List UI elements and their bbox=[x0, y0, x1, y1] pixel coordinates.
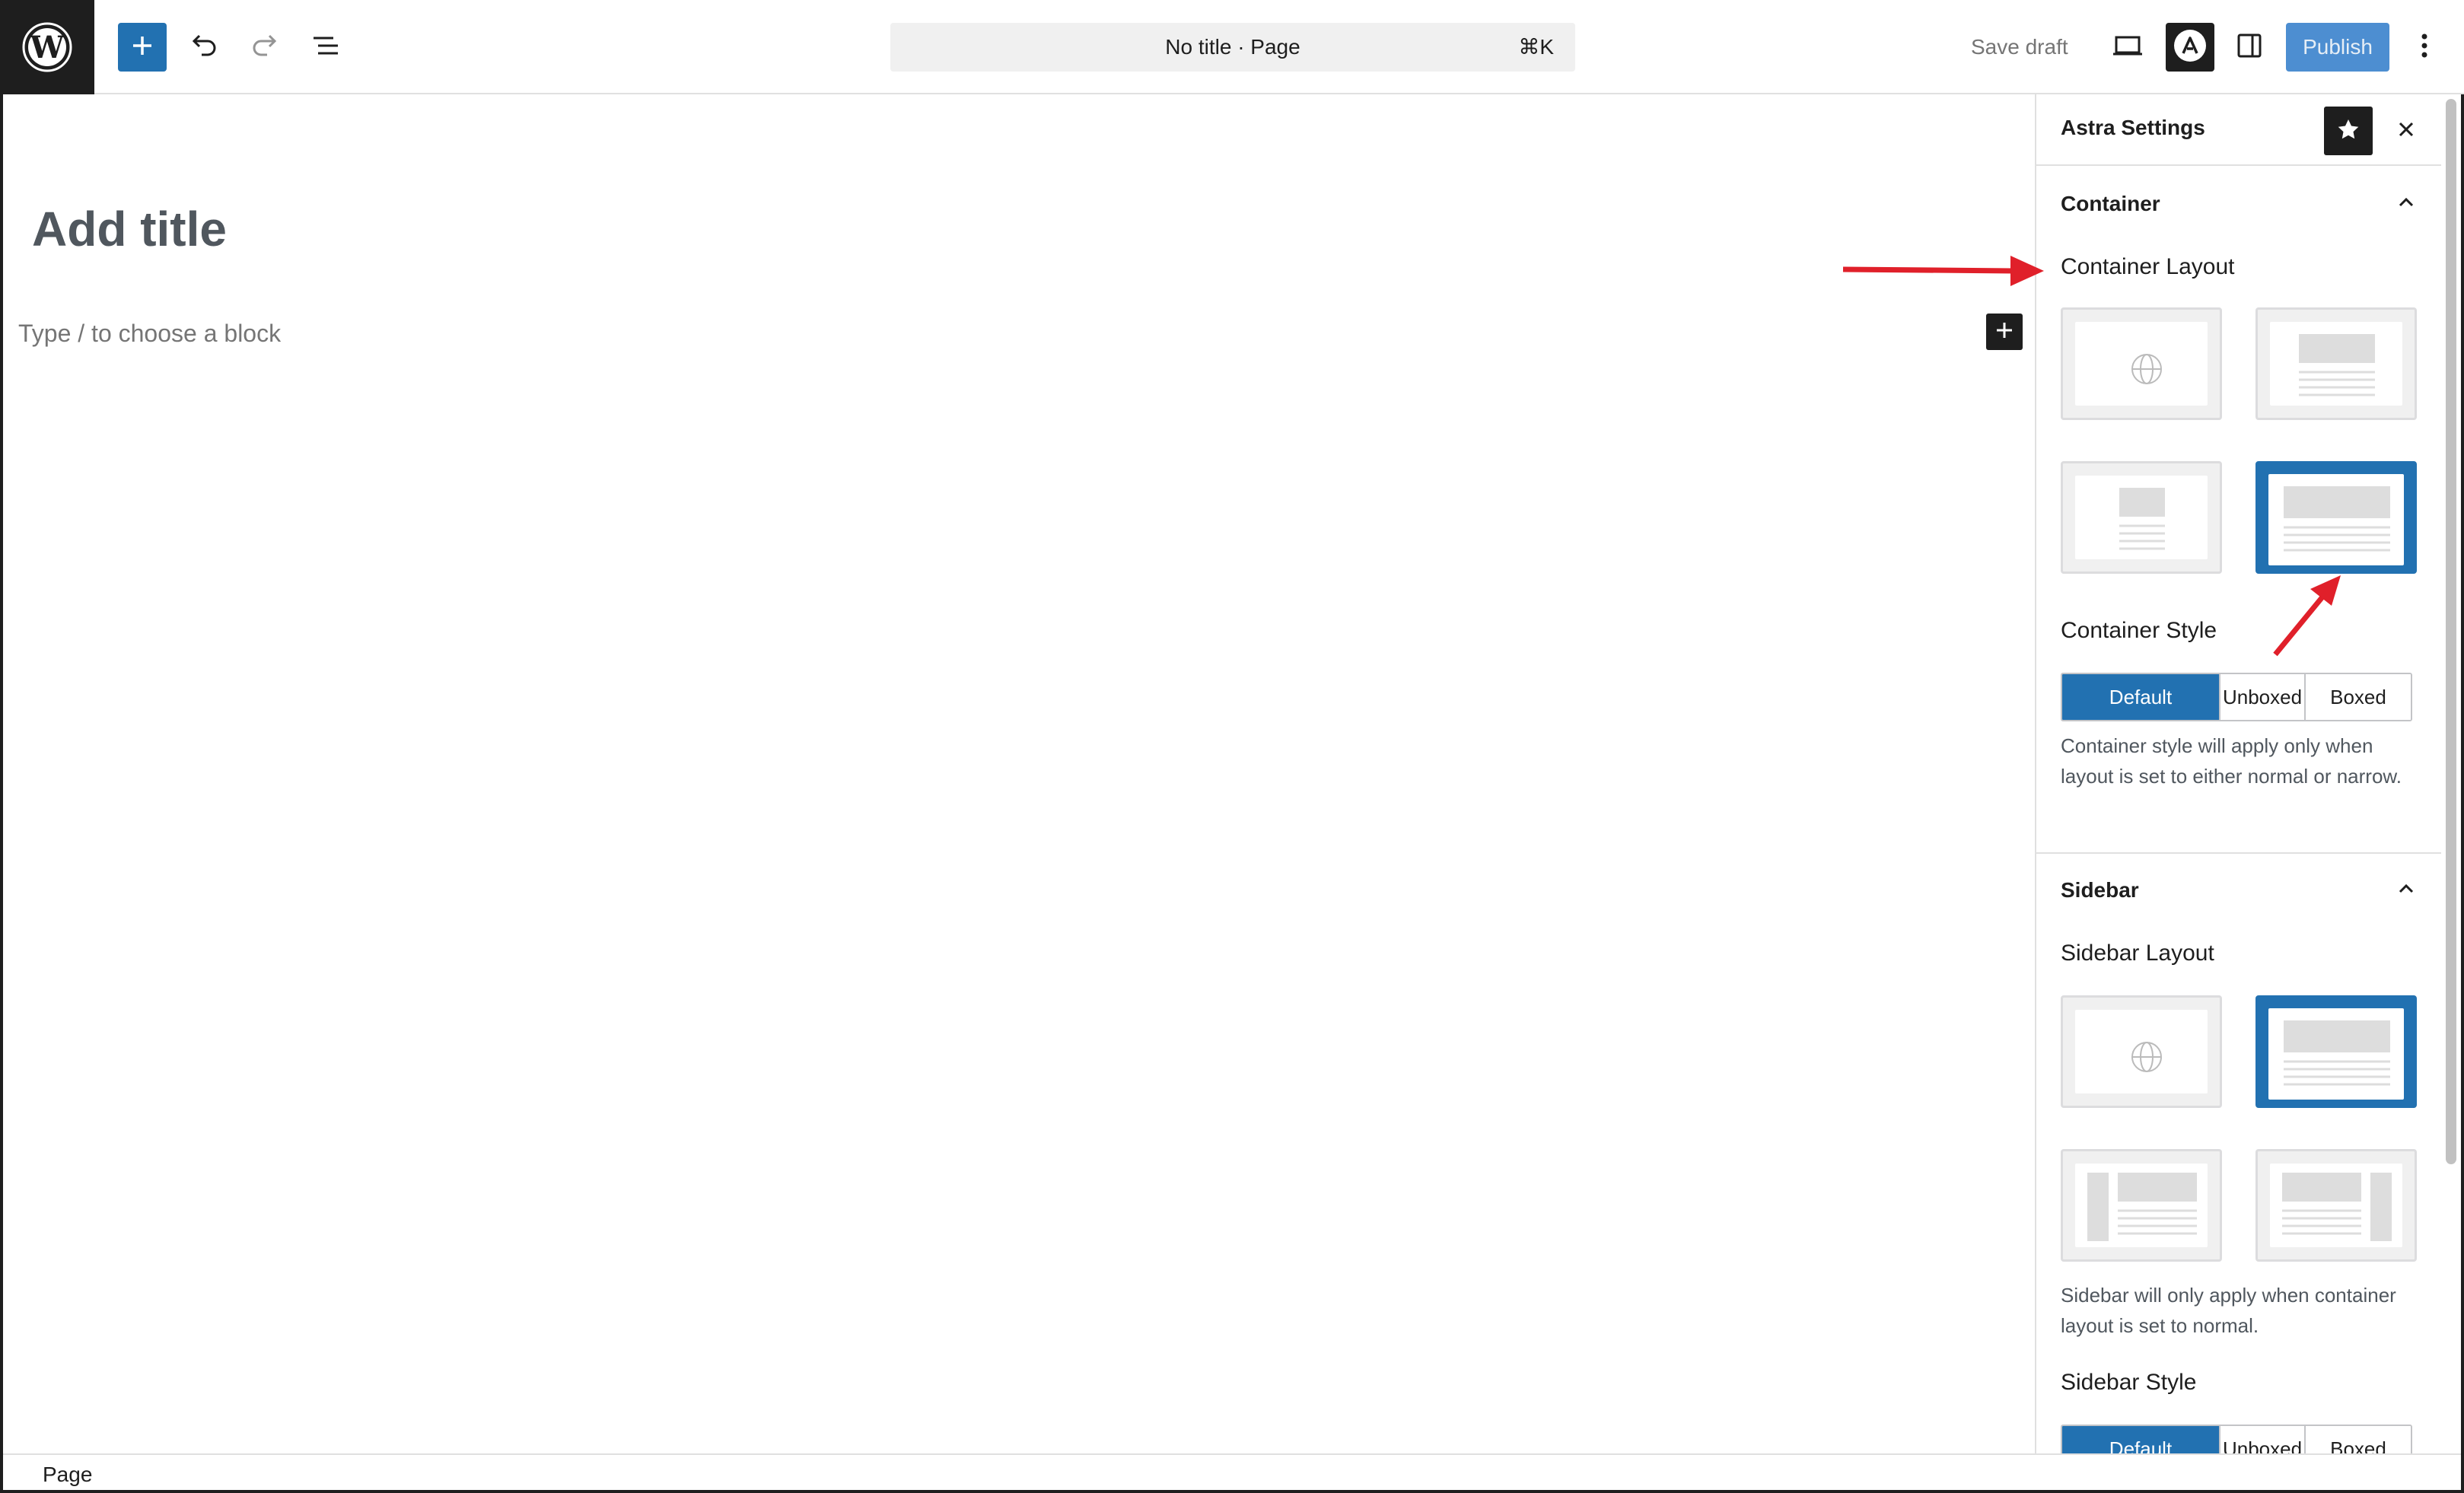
svg-text:W: W bbox=[30, 30, 65, 65]
sidebar-title: Astra Settings bbox=[2061, 116, 2205, 139]
sidebar-layout-option-no-sidebar[interactable] bbox=[2255, 995, 2417, 1108]
save-draft-button[interactable]: Save draft bbox=[1971, 23, 2068, 72]
container-style-default[interactable]: Default bbox=[2062, 674, 2220, 720]
astra-settings-button[interactable] bbox=[2166, 23, 2214, 72]
sidebar-style-boxed[interactable]: Boxed bbox=[2306, 1426, 2411, 1453]
panel-divider bbox=[2036, 852, 2441, 854]
sidebar-panel-toggle[interactable]: Sidebar bbox=[2061, 878, 2139, 902]
layout-preview-icon bbox=[2299, 334, 2375, 396]
sidebar-style-default[interactable]: Default bbox=[2062, 1426, 2220, 1453]
block-breadcrumb[interactable]: Page bbox=[43, 1463, 92, 1487]
globe-icon bbox=[2130, 352, 2163, 390]
container-style-label: Container Style bbox=[2061, 618, 2217, 643]
layout-preview-icon bbox=[2087, 1173, 2197, 1241]
globe-icon bbox=[2130, 1040, 2163, 1078]
sidebar-style-label: Sidebar Style bbox=[2061, 1370, 2197, 1395]
desktop-preview-icon bbox=[2111, 30, 2144, 65]
container-layout-option-default[interactable] bbox=[2061, 307, 2222, 420]
block-inserter-button[interactable] bbox=[118, 23, 167, 72]
star-icon bbox=[2336, 117, 2361, 145]
sidebar-layout-option-right-sidebar[interactable] bbox=[2255, 1149, 2417, 1262]
container-style-toggle: Default Unboxed Boxed bbox=[2061, 673, 2412, 721]
document-title: No title · Page bbox=[1165, 35, 1300, 59]
container-style-boxed[interactable]: Boxed bbox=[2306, 674, 2411, 720]
close-icon bbox=[2397, 120, 2415, 142]
add-block-button[interactable] bbox=[1986, 314, 2023, 350]
sidebar-layout-option-left-sidebar[interactable] bbox=[2061, 1149, 2222, 1262]
undo-button[interactable] bbox=[180, 23, 228, 72]
layout-preview-icon bbox=[2284, 486, 2390, 552]
container-style-help: Container style will apply only when lay… bbox=[2061, 734, 2402, 788]
command-shortcut: ⌘K bbox=[1518, 35, 1554, 59]
sidebar-layout-help: Sidebar will only apply when container l… bbox=[2061, 1284, 2396, 1337]
layout-preview-icon bbox=[2284, 1020, 2390, 1086]
publish-button[interactable]: Publish bbox=[2286, 23, 2389, 72]
block-placeholder[interactable]: Type / to choose a block bbox=[18, 320, 281, 348]
layout-preview-icon bbox=[2119, 488, 2165, 550]
redo-button[interactable] bbox=[240, 23, 289, 72]
more-options-icon bbox=[2420, 30, 2429, 65]
post-title-input[interactable]: Add title bbox=[32, 201, 227, 257]
layout-preview-icon bbox=[2282, 1173, 2392, 1241]
editor-toolbar: W No title · Page ⌘K Save draft Publish bbox=[0, 0, 2464, 94]
sidebar-style-toggle: Default Unboxed Boxed bbox=[2061, 1425, 2412, 1453]
container-layout-option-full-width[interactable] bbox=[2255, 461, 2417, 574]
container-layout-option-normal[interactable] bbox=[2255, 307, 2417, 420]
document-overview-button[interactable] bbox=[301, 23, 350, 72]
settings-sidebar-toggle[interactable] bbox=[2225, 23, 2274, 72]
close-sidebar-button[interactable] bbox=[2388, 113, 2424, 149]
sidebar-layout-label: Sidebar Layout bbox=[2061, 941, 2214, 966]
redo-icon bbox=[250, 30, 280, 65]
editor-canvas[interactable]: Add title Type / to choose a block bbox=[3, 94, 2035, 1453]
plus-icon bbox=[1994, 320, 2014, 344]
sidebar-layout-option-default[interactable] bbox=[2061, 995, 2222, 1108]
wordpress-logo-icon[interactable]: W bbox=[0, 0, 94, 94]
sidebar-header: Astra Settings bbox=[2036, 94, 2441, 166]
undo-icon bbox=[189, 30, 219, 65]
astra-icon bbox=[2172, 27, 2208, 68]
pin-sidebar-button[interactable] bbox=[2324, 107, 2373, 155]
container-style-unboxed[interactable]: Unboxed bbox=[2220, 674, 2306, 720]
options-menu-button[interactable] bbox=[2403, 23, 2446, 72]
container-layout-label: Container Layout bbox=[2061, 254, 2235, 279]
plus-icon bbox=[131, 34, 154, 61]
preview-button[interactable] bbox=[2103, 23, 2152, 72]
sidebar-toggle-icon bbox=[2234, 30, 2265, 65]
sidebar-style-unboxed[interactable]: Unboxed bbox=[2220, 1426, 2306, 1453]
document-overview-icon bbox=[310, 30, 341, 65]
editor-footer: Page bbox=[3, 1453, 2461, 1490]
container-layout-option-narrow[interactable] bbox=[2061, 461, 2222, 574]
container-panel-toggle[interactable]: Container bbox=[2061, 192, 2160, 216]
chevron-up-icon[interactable] bbox=[2391, 187, 2421, 218]
command-palette-bar[interactable]: No title · Page ⌘K bbox=[890, 23, 1575, 72]
astra-settings-sidebar: Astra Settings Container Container Layou… bbox=[2035, 94, 2441, 1453]
sidebar-scrollbar-thumb[interactable] bbox=[2446, 99, 2456, 1164]
chevron-up-icon[interactable] bbox=[2391, 874, 2421, 904]
